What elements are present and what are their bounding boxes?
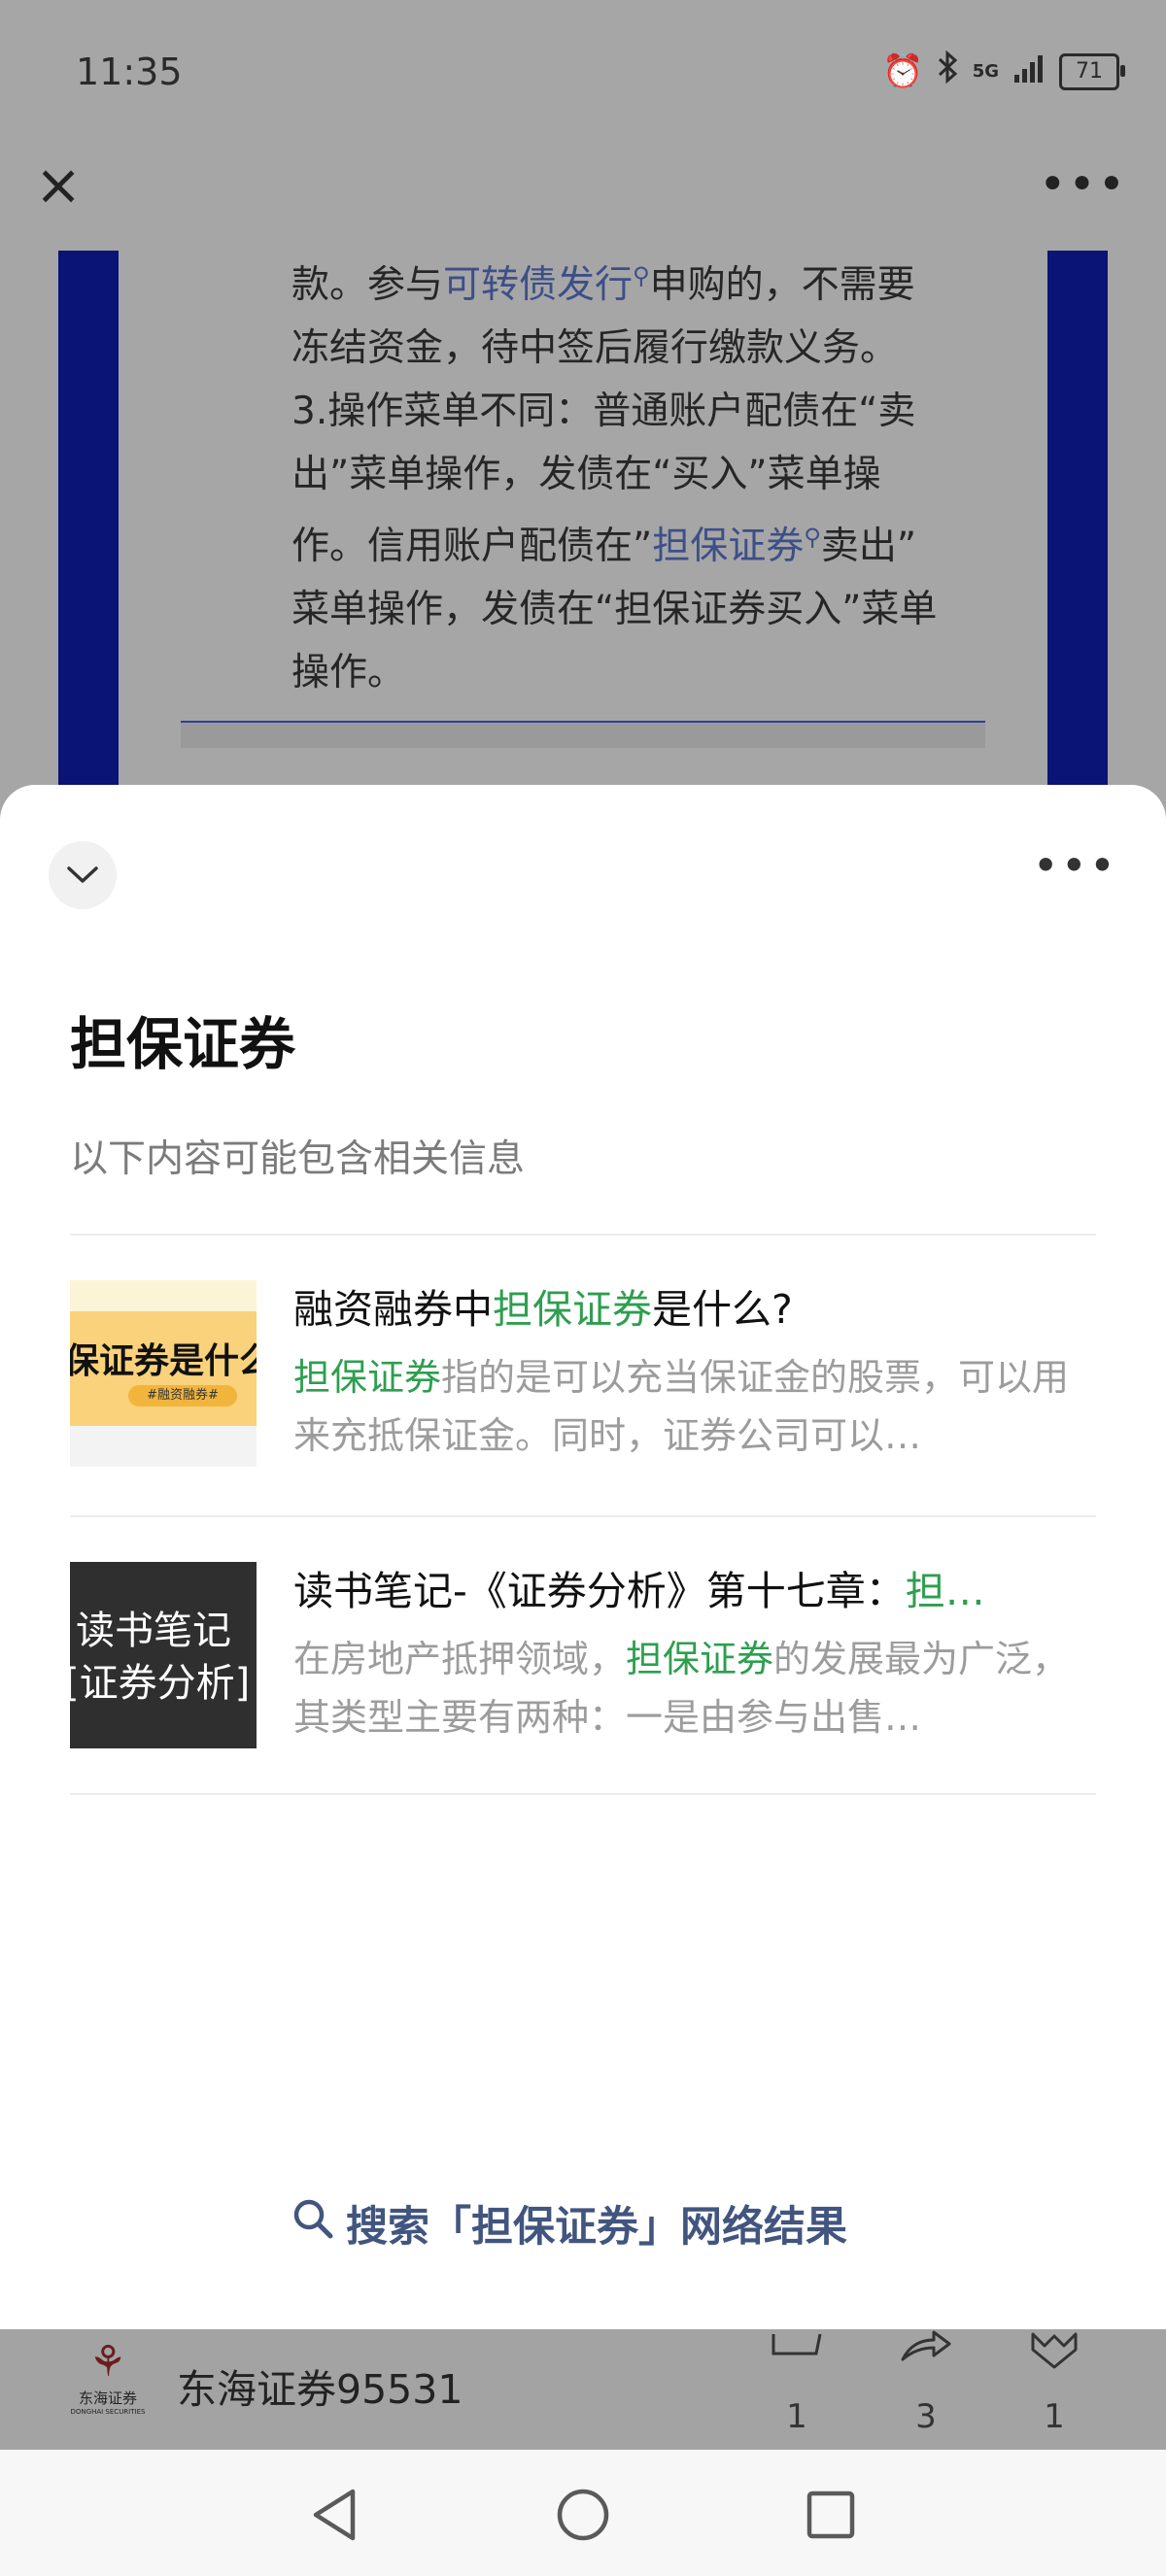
snippet-highlight: 担保证券 bbox=[626, 1638, 774, 1680]
search-icon: ⚲ bbox=[804, 524, 821, 551]
like-button[interactable]: 1 bbox=[763, 2329, 831, 2436]
title-highlight: 担… bbox=[905, 1568, 985, 1614]
title-text: 融资融券中 bbox=[293, 1286, 493, 1333]
article-shade bbox=[181, 723, 985, 748]
article-line: 冻结资金，待中签后履行缴款义务。 bbox=[292, 326, 899, 370]
thumb-foot bbox=[70, 1426, 257, 1467]
article-line: 菜单操作，发债在“担保证券买入”菜单 bbox=[292, 588, 938, 631]
logo-seal-icon: ⚘ bbox=[88, 2337, 127, 2387]
result-thumbnail: 读书笔记 [证券分析] bbox=[70, 1562, 257, 1748]
favorite-icon bbox=[1020, 2329, 1088, 2382]
signal-icon bbox=[1012, 52, 1046, 91]
divider bbox=[70, 1234, 1096, 1236]
sheet-subtitle: 以下内容可能包含相关信息 bbox=[70, 1137, 526, 1181]
result-title: 读书笔记-《证券分析》第十七章：担… bbox=[293, 1562, 1096, 1620]
result-snippet: 担保证券指的是可以充当保证金的股票，可以用来充抵保证金。同时，证券公司可以… bbox=[293, 1348, 1096, 1465]
home-icon bbox=[557, 2489, 609, 2541]
result-thumbnail: 保证券是什么 #融资融券# bbox=[70, 1280, 257, 1467]
share-count: 3 bbox=[915, 2397, 937, 2436]
back-button[interactable] bbox=[301, 2481, 369, 2549]
collapse-button[interactable] bbox=[49, 841, 117, 909]
network-label: 5G bbox=[972, 61, 999, 82]
search-sheet: ••• 担保证券 以下内容可能包含相关信息 保证券是什么 #融资融券# 融资融券… bbox=[0, 785, 1166, 2329]
like-icon bbox=[763, 2329, 831, 2382]
thumb-text: 读书笔记 bbox=[76, 1609, 231, 1653]
recents-icon bbox=[806, 2491, 855, 2539]
result-item[interactable]: 读书笔记 [证券分析] 读书笔记-《证券分析》第十七章：担… 在房地产抵押领域，… bbox=[70, 1562, 1096, 1752]
snippet-highlight: 担保证券 bbox=[293, 1356, 442, 1399]
snippet-text: 在房地产抵押领域， bbox=[293, 1638, 627, 1680]
thumb-text: 保证券是什么 bbox=[70, 1341, 257, 1381]
title-text: 读书笔记-《证券分析》第十七章： bbox=[293, 1568, 906, 1614]
account-logo[interactable]: ⚘ 东海证券 DONGHAI SECURITIES bbox=[70, 2337, 146, 2421]
article-text-span: 申购的，不需要 bbox=[649, 263, 915, 307]
logo-text: 东海证券 bbox=[78, 2390, 137, 2407]
favorite-count: 1 bbox=[1044, 2397, 1065, 2436]
thumb-text: [证券分析] bbox=[70, 1661, 251, 1706]
article-text-span: 款。参与 bbox=[292, 263, 444, 307]
share-icon bbox=[892, 2329, 960, 2382]
like-count: 1 bbox=[786, 2397, 807, 2436]
status-time: 11:35 bbox=[76, 51, 183, 93]
chevron-down-icon bbox=[67, 866, 98, 883]
logo-text-en: DONGHAI SECURITIES bbox=[70, 2408, 146, 2416]
recents-button[interactable] bbox=[797, 2481, 865, 2549]
result-title: 融资融券中担保证券是什么? bbox=[293, 1280, 1096, 1339]
article-link-convertible[interactable]: 可转债发行 bbox=[443, 263, 633, 307]
result-snippet: 在房地产抵押领域，担保证券的发展最为广泛，其类型主要有两种：一是由参与出售… bbox=[293, 1630, 1096, 1746]
battery-icon: 71 bbox=[1059, 52, 1125, 90]
alarm-icon: ⏰ bbox=[882, 51, 924, 91]
thumb-tag: #融资融券# bbox=[128, 1385, 237, 1407]
favorite-button[interactable]: 1 bbox=[1020, 2329, 1088, 2436]
close-icon[interactable]: × bbox=[29, 155, 87, 214]
status-bar: 11:35 ⏰ 5G 71 bbox=[0, 0, 1166, 146]
account-bar: ⚘ 东海证券 DONGHAI SECURITIES 东海证券95531 1 3 … bbox=[0, 2329, 1166, 2450]
web-search-link[interactable]: 搜索「担保证券」网络结果 bbox=[292, 2193, 847, 2254]
article-text-span: 作。信用账户配债在” bbox=[292, 525, 653, 568]
article-text-span: 卖出” bbox=[820, 525, 917, 568]
article-line: 操作。 bbox=[292, 651, 406, 695]
back-icon bbox=[313, 2489, 356, 2541]
system-nav-bar bbox=[0, 2450, 1166, 2576]
article-line: 出”菜单操作，发债在“买入”菜单操 bbox=[292, 453, 881, 496]
status-icons: ⏰ 5G 71 bbox=[882, 50, 1125, 92]
search-icon: ⚲ bbox=[633, 262, 650, 289]
home-button[interactable] bbox=[549, 2481, 617, 2549]
article-text: 款。参与可转债发行⚲申购的，不需要 冻结资金，待中签后履行缴款义务。 3.操作菜… bbox=[292, 245, 991, 704]
sheet-title: 担保证券 bbox=[70, 1011, 296, 1077]
article-line: 3.操作菜单不同：普通账户配债在“卖 bbox=[292, 390, 916, 433]
thumb-text-inner: 证券分析 bbox=[79, 1661, 235, 1706]
web-search-label: 搜索「担保证券」网络结果 bbox=[346, 2203, 847, 2252]
more-icon[interactable]: ••• bbox=[1033, 839, 1117, 892]
title-highlight: 担保证券 bbox=[493, 1286, 652, 1333]
bluetooth-icon bbox=[938, 50, 959, 92]
search-icon bbox=[292, 2197, 334, 2251]
title-text: 是什么? bbox=[652, 1286, 793, 1333]
more-icon[interactable]: ••• bbox=[1039, 155, 1127, 214]
battery-level: 71 bbox=[1076, 59, 1103, 84]
divider bbox=[70, 1515, 1096, 1517]
share-button[interactable]: 3 bbox=[892, 2329, 960, 2436]
result-item[interactable]: 保证券是什么 #融资融券# 融资融券中担保证券是什么? 担保证券指的是可以充当保… bbox=[70, 1280, 1096, 1471]
divider bbox=[70, 1793, 1096, 1795]
article-top-bar: × ••• bbox=[0, 146, 1166, 253]
article-link-collateral[interactable]: 担保证券 bbox=[652, 525, 804, 568]
account-name[interactable]: 东海证券95531 bbox=[177, 2356, 463, 2415]
